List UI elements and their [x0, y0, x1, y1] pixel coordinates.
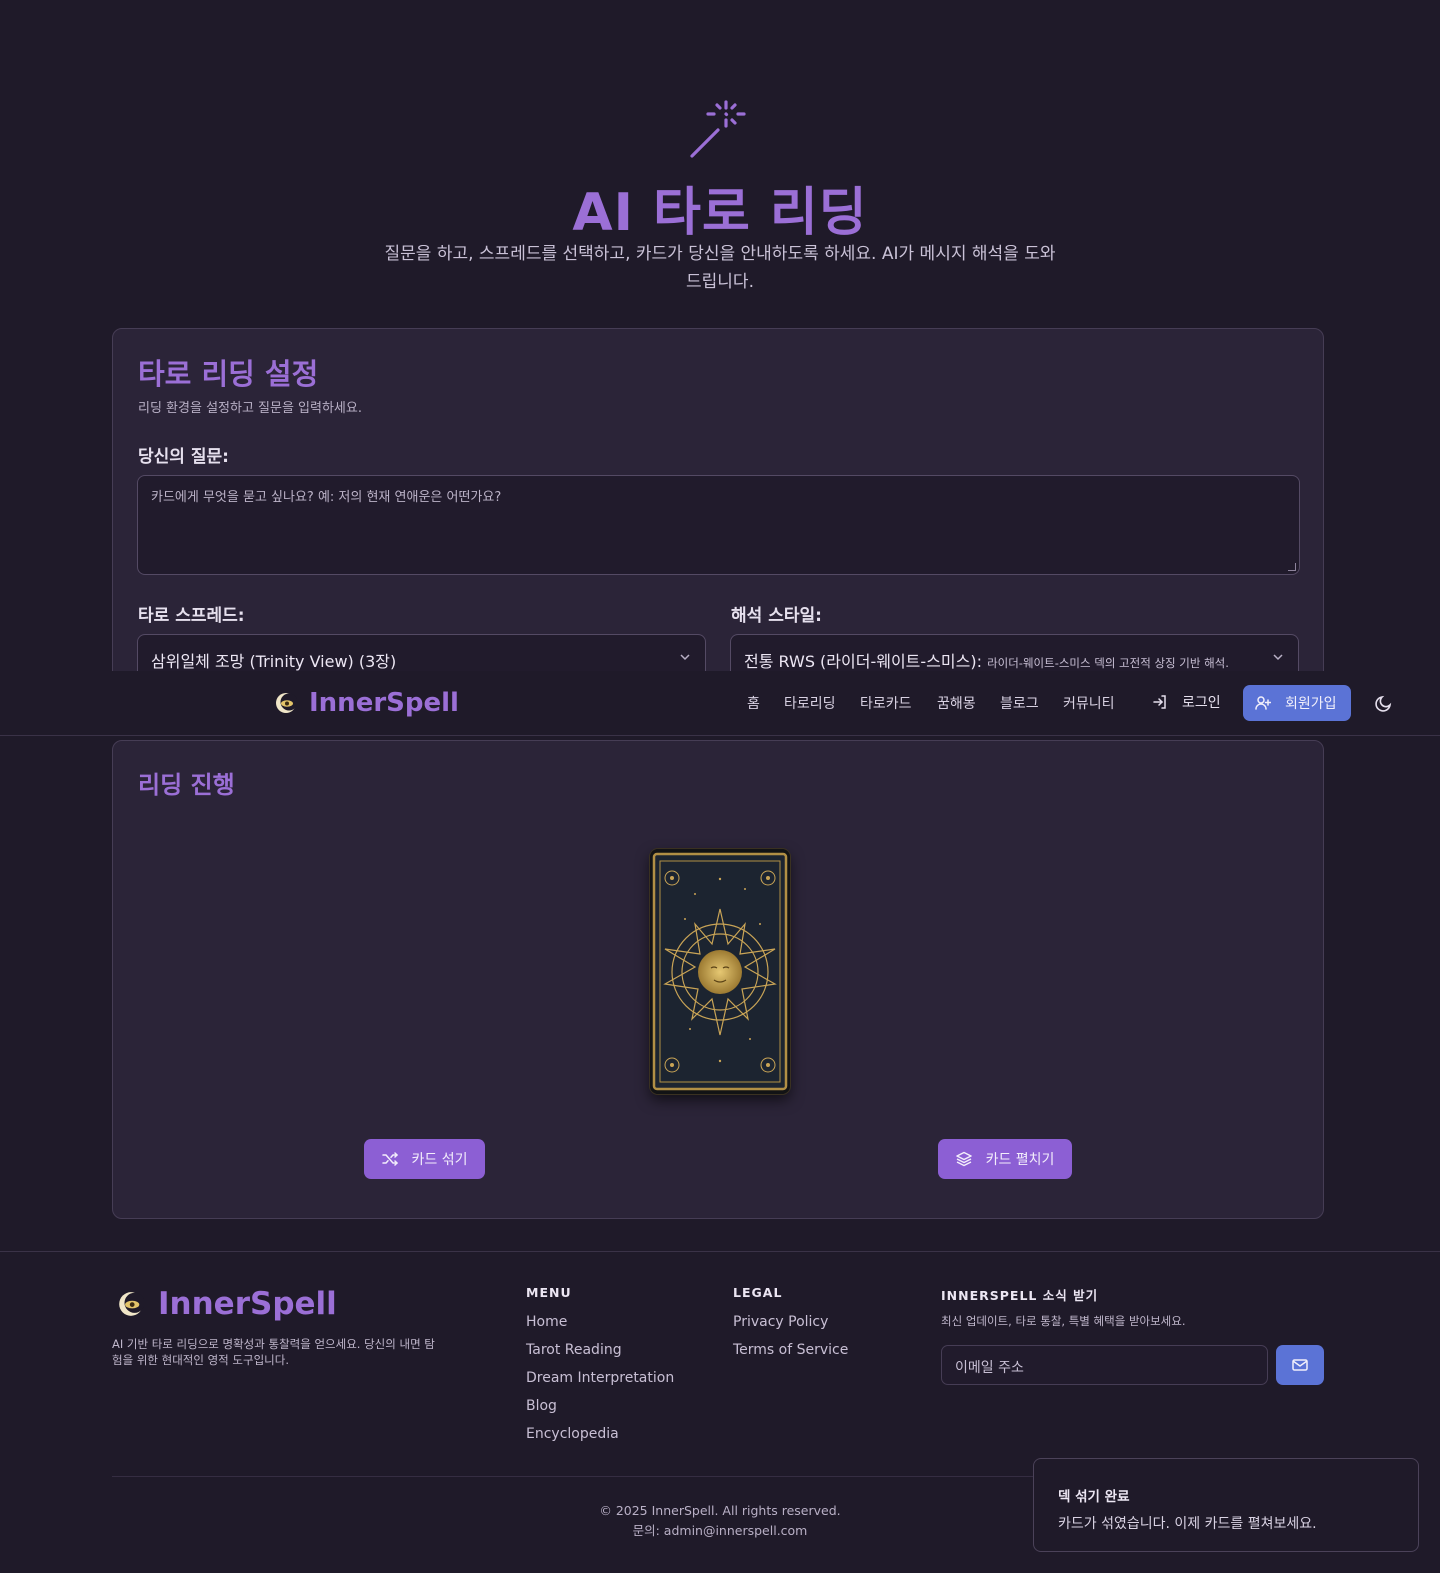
- settings-description: 리딩 환경을 설정하고 질문을 입력하세요.: [138, 401, 362, 416]
- nav-tarot-reading[interactable]: 타로리딩: [784, 693, 836, 713]
- footer-link-home[interactable]: Home: [526, 1314, 567, 1330]
- footer-newsletter-title: INNERSPELL 소식 받기: [941, 1288, 1099, 1303]
- newsletter-submit-button[interactable]: [1276, 1345, 1324, 1385]
- footer-link-tarot-reading[interactable]: Tarot Reading: [526, 1342, 622, 1358]
- style-select-value: 전통 RWS (라이더-웨이트-스미스):: [744, 652, 982, 671]
- magic-wand-icon: [690, 100, 746, 158]
- mail-icon: [1292, 1359, 1308, 1371]
- footer-description: AI 기반 타로 리딩으로 명확성과 통찰력을 얻으세요. 당신의 내면 탐험을…: [112, 1337, 435, 1367]
- toast-notification[interactable]: 덱 섞기 완료 카드가 섞였습니다. 이제 카드를 펼쳐보세요.: [1033, 1458, 1419, 1552]
- footer-link-terms[interactable]: Terms of Service: [733, 1342, 848, 1358]
- spread-select-value: 삼위일체 조망 (Trinity View) (3장): [151, 652, 397, 671]
- footer-menu-title: MENU: [526, 1285, 572, 1300]
- nav-tarot-cards[interactable]: 타로카드: [860, 693, 912, 713]
- nav-dream[interactable]: 꿈해몽: [937, 693, 976, 713]
- layers-icon: [955, 1151, 972, 1167]
- moon-icon[interactable]: [1375, 694, 1393, 712]
- email-placeholder: 이메일 주소: [955, 1360, 1024, 1376]
- chevron-down-icon: [680, 654, 690, 661]
- footer-link-blog[interactable]: Blog: [526, 1398, 557, 1414]
- footer-link-encyclopedia[interactable]: Encyclopedia: [526, 1426, 619, 1442]
- user-plus-icon: [1255, 696, 1271, 710]
- footer-newsletter-description: 최신 업데이트, 타로 통찰, 특별 혜택을 받아보세요.: [941, 1314, 1186, 1328]
- nav-home[interactable]: 홈: [747, 693, 760, 713]
- header-logo[interactable]: InnerSpell: [275, 688, 459, 718]
- reading-title: 리딩 진행: [138, 771, 235, 799]
- reading-settings-card: 타로 리딩 설정 리딩 환경을 설정하고 질문을 입력하세요. 당신의 질문: …: [112, 328, 1324, 688]
- question-textarea[interactable]: 카드에게 무엇을 묻고 싶나요? 예: 저의 현재 연애운은 어떤가요?: [137, 475, 1300, 575]
- shuffle-icon: [381, 1152, 398, 1166]
- spread-cards-button[interactable]: 카드 펼치기: [938, 1139, 1072, 1179]
- toast-message: 카드가 섞였습니다. 이제 카드를 펼쳐보세요.: [1058, 1516, 1317, 1532]
- nav-blog[interactable]: 블로그: [1000, 693, 1039, 713]
- newsletter-email-input[interactable]: 이메일 주소: [941, 1345, 1268, 1385]
- footer-legal-title: LEGAL: [733, 1285, 783, 1300]
- login-label: 로그인: [1182, 695, 1221, 711]
- page-title: AI 타로 리딩: [572, 183, 868, 243]
- chevron-down-icon: [1273, 654, 1283, 661]
- login-icon: [1153, 695, 1166, 709]
- page-subtitle: 질문을 하고, 스프레드를 선택하고, 카드가 당신을 안내하도록 하세요. A…: [384, 244, 1056, 292]
- shuffle-cards-button[interactable]: 카드 섞기: [364, 1139, 485, 1179]
- logo-text: InnerSpell: [309, 688, 459, 718]
- nav-community[interactable]: 커뮤니티: [1063, 693, 1115, 713]
- footer-logo[interactable]: InnerSpell: [118, 1286, 337, 1322]
- footer-logo-text: InnerSpell: [158, 1286, 337, 1322]
- footer-link-dream[interactable]: Dream Interpretation: [526, 1370, 674, 1386]
- spread-label: 카드 펼치기: [985, 1152, 1055, 1168]
- spread-label: 타로 스프레드:: [138, 606, 245, 626]
- style-select-description: 라이더-웨이트-스미스 덱의 고전적 상징 기반 해석.: [987, 656, 1229, 670]
- style-label: 해석 스타일:: [731, 606, 822, 626]
- eye-moon-logo-icon: [276, 693, 297, 713]
- tarot-deck[interactable]: [650, 849, 790, 1094]
- settings-title: 타로 리딩 설정: [138, 357, 319, 391]
- resize-handle[interactable]: [1288, 563, 1296, 571]
- question-label: 당신의 질문:: [138, 447, 229, 467]
- question-placeholder: 카드에게 무엇을 묻고 싶나요? 예: 저의 현재 연애운은 어떤가요?: [151, 490, 502, 505]
- shuffle-label: 카드 섞기: [411, 1152, 468, 1168]
- eye-moon-logo-icon: [119, 1292, 144, 1316]
- login-button[interactable]: 로그인: [1152, 692, 1221, 712]
- footer-link-privacy[interactable]: Privacy Policy: [733, 1314, 828, 1330]
- reading-progress-card: 리딩 진행 카드 섞기 카드 펼치기: [112, 740, 1324, 1219]
- site-header: InnerSpell 홈 타로리딩 타로카드 꿈해몽 블로그 커뮤니티 로그인 …: [0, 671, 1440, 736]
- signup-button[interactable]: 회원가입: [1243, 685, 1351, 721]
- toast-title: 덱 섞기 완료: [1058, 1489, 1130, 1505]
- signup-label: 회원가입: [1285, 696, 1337, 712]
